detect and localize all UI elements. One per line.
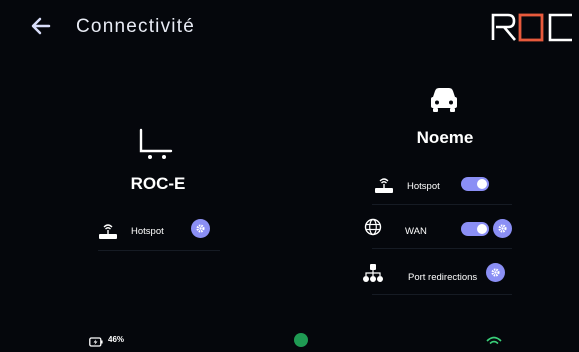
globe-icon <box>364 218 382 236</box>
hotspot-settings-button[interactable] <box>191 219 210 238</box>
router-wifi-icon <box>374 176 393 194</box>
roc-logo <box>490 12 576 42</box>
wan-label: WAN <box>405 226 427 237</box>
car-icon <box>428 86 460 114</box>
gear-icon <box>491 268 500 277</box>
port-redirections-label: Port redirections <box>408 272 478 283</box>
wan-settings-button[interactable] <box>493 219 512 238</box>
wifi-icon <box>486 333 502 345</box>
noeme-hotspot-row: Hotspot <box>372 166 512 205</box>
port-redirections-settings-button[interactable] <box>486 263 505 282</box>
battery-icon <box>89 334 103 347</box>
back-button[interactable] <box>28 13 54 39</box>
hotspot-label: Hotspot <box>407 181 440 192</box>
status-indicator-icon <box>294 333 308 347</box>
page-title: Connectivité <box>76 16 195 37</box>
battery-percentage: 46% <box>108 335 125 344</box>
arrow-left-icon <box>31 17 51 35</box>
router-wifi-icon <box>98 222 117 240</box>
device-name-roc-e: ROC-E <box>130 174 186 193</box>
left-hotspot-row: Hotspot <box>98 212 220 251</box>
cart-icon <box>136 128 176 162</box>
gear-icon <box>196 224 205 233</box>
wan-toggle[interactable] <box>461 222 489 236</box>
hotspot-label: Hotspot <box>131 226 164 237</box>
noeme-wan-row: WAN <box>364 210 512 249</box>
network-icon <box>362 262 384 284</box>
device-name-noeme: Noeme <box>416 128 474 147</box>
hotspot-toggle[interactable] <box>461 177 489 191</box>
gear-icon <box>498 224 507 233</box>
noeme-port-redirections-row: Port redirections <box>363 256 512 295</box>
